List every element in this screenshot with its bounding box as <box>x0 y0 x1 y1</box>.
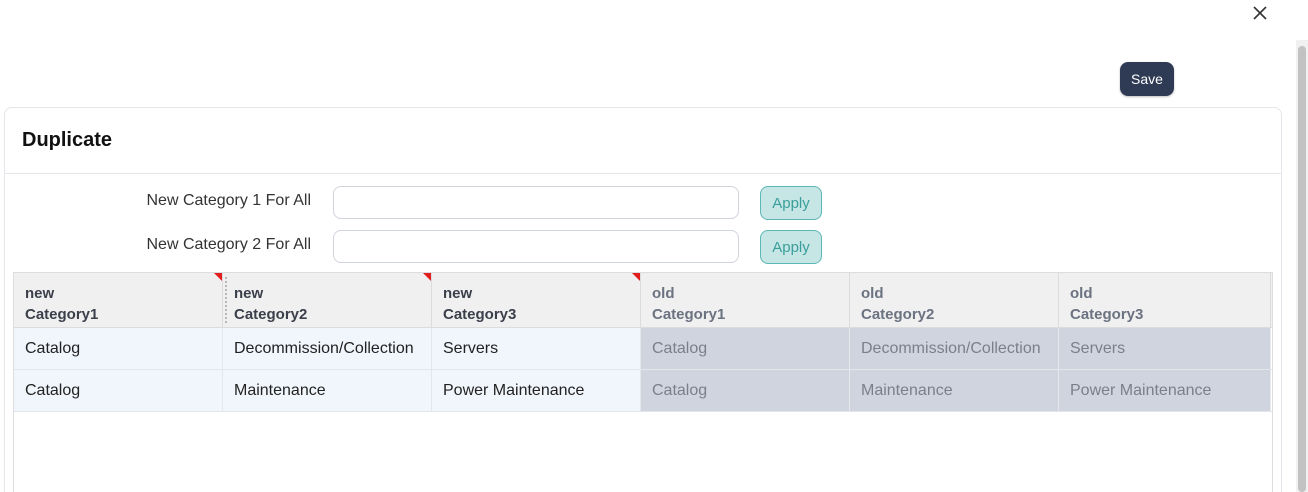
cell-old-category2: Maintenance <box>850 370 1059 411</box>
column-header-line1: new <box>25 285 55 302</box>
panel-header: Duplicate <box>5 108 1281 174</box>
cell-old-category2: Decommission/Collection <box>850 328 1059 369</box>
category-grid: new Category1 new Category2 new Category… <box>13 272 1273 492</box>
column-header-line2: Category2 <box>234 306 308 323</box>
apply-category2-button[interactable]: Apply <box>760 230 822 264</box>
column-header-line2: Category2 <box>861 306 935 323</box>
table-row: Catalog Decommission/Collection Servers … <box>14 328 1272 370</box>
column-header-new-category2[interactable]: new Category2 <box>223 273 432 327</box>
grid-header: new Category1 new Category2 new Category… <box>14 273 1272 328</box>
column-header-line2: Category3 <box>443 306 517 323</box>
column-header-line1: old <box>861 285 884 302</box>
duplicate-dialog: Save Duplicate New Category 1 For All Ap… <box>0 0 1308 492</box>
cell-old-category1: Catalog <box>641 370 850 411</box>
scrollbar-thumb[interactable] <box>1298 46 1306 492</box>
editable-flag-icon <box>632 273 640 281</box>
column-header-old-category3[interactable]: old Category3 <box>1059 273 1271 327</box>
cell-new-category3[interactable]: Power Maintenance <box>432 370 641 411</box>
column-header-new-category1[interactable]: new Category1 <box>14 273 223 327</box>
cell-new-category2[interactable]: Maintenance <box>223 370 432 411</box>
column-header-line1: old <box>1070 285 1093 302</box>
column-header-line2: Category1 <box>652 306 726 323</box>
column-header-line1: new <box>443 285 473 302</box>
cell-new-category1[interactable]: Catalog <box>14 370 223 411</box>
category1-label: New Category 1 For All <box>146 192 311 209</box>
column-header-old-category1[interactable]: old Category1 <box>641 273 850 327</box>
cell-new-category3[interactable]: Servers <box>432 328 641 369</box>
table-row: Catalog Maintenance Power Maintenance Ca… <box>14 370 1272 412</box>
category2-input[interactable] <box>333 230 739 263</box>
cell-old-category3: Servers <box>1059 328 1271 369</box>
cell-new-category2[interactable]: Decommission/Collection <box>223 328 432 369</box>
panel-title: Duplicate <box>22 129 113 151</box>
category2-label: New Category 2 For All <box>146 236 311 253</box>
cell-old-category3: Power Maintenance <box>1059 370 1271 411</box>
category1-form-row: New Category 1 For All Apply <box>5 186 1281 220</box>
editable-flag-icon <box>214 273 222 281</box>
save-button[interactable]: Save <box>1120 62 1174 96</box>
column-resize-handle[interactable] <box>225 277 227 323</box>
duplicate-panel: Duplicate New Category 1 For All Apply N… <box>4 107 1282 492</box>
column-header-old-category2[interactable]: old Category2 <box>850 273 1059 327</box>
column-header-line1: old <box>652 285 675 302</box>
cell-new-category1[interactable]: Catalog <box>14 328 223 369</box>
category1-input[interactable] <box>333 186 739 219</box>
column-header-line2: Category1 <box>25 306 99 323</box>
category2-form-row: New Category 2 For All Apply <box>5 230 1281 264</box>
apply-category1-button[interactable]: Apply <box>760 186 822 220</box>
editable-flag-icon <box>423 273 431 281</box>
column-header-line2: Category3 <box>1070 306 1144 323</box>
column-header-new-category3[interactable]: new Category3 <box>432 273 641 327</box>
cell-old-category1: Catalog <box>641 328 850 369</box>
close-icon <box>1253 6 1267 20</box>
close-button[interactable] <box>1249 2 1271 24</box>
column-header-line1: new <box>234 285 264 302</box>
